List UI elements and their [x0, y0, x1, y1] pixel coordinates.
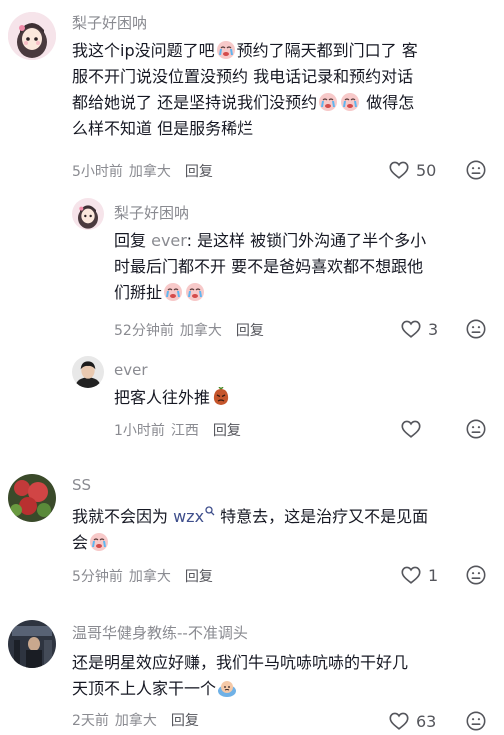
location: 加拿大	[128, 569, 171, 585]
crying-emoji-icon	[318, 92, 338, 112]
timestamp: 5分钟前	[72, 569, 123, 585]
comment-text: 回复 ever: 是这样 被锁门外沟通了半个多小 时最后门都不开 要不是爸妈喜欢…	[114, 231, 427, 302]
crying-emoji-icon	[163, 282, 183, 302]
dislike-icon[interactable]	[465, 710, 487, 732]
timestamp: 2天前	[72, 713, 109, 729]
avatar[interactable]	[8, 12, 56, 60]
comment-meta: 2天前 加拿大 回复	[72, 710, 199, 730]
heart-icon	[401, 566, 421, 584]
comment-text: 我这个ip没问题了吧 预约了隔天都到门口了 客 服不开门说没位置没预约 我电话记录…	[72, 40, 418, 138]
avatar[interactable]	[8, 620, 56, 668]
heart-icon	[389, 712, 409, 730]
dislike-icon[interactable]	[465, 564, 487, 586]
username[interactable]: 梨子好困呐	[72, 12, 147, 33]
reply-button[interactable]: 回复	[171, 713, 199, 729]
reply-button[interactable]: 回复	[213, 423, 241, 439]
tired-emoji-icon	[217, 678, 237, 698]
like-count: 50	[416, 160, 437, 180]
like-button[interactable]: 1	[400, 564, 438, 586]
location: 江西	[170, 423, 199, 439]
dislike-icon[interactable]	[465, 318, 487, 340]
search-icon	[205, 506, 215, 516]
search-link[interactable]: wzx	[173, 506, 215, 526]
comment-meta: 1小时前 江西 回复	[114, 420, 241, 440]
location: 加拿大	[128, 164, 171, 180]
heart-icon	[401, 420, 421, 438]
timestamp: 1小时前	[114, 423, 165, 439]
like-button[interactable]	[400, 418, 422, 440]
timestamp: 52分钟前	[114, 323, 174, 339]
username[interactable]: 梨子好困呐	[114, 202, 189, 223]
avatar[interactable]	[72, 356, 104, 388]
dislike-icon[interactable]	[465, 418, 487, 440]
heart-icon	[389, 161, 409, 179]
timestamp: 5小时前	[72, 164, 123, 180]
like-button[interactable]: 3	[400, 318, 438, 340]
crying-emoji-icon	[216, 40, 236, 60]
reply-button[interactable]: 回复	[185, 164, 213, 180]
crying-emoji-icon	[340, 92, 360, 112]
comment-text: 我就不会因为 wzx 特意去，这是治疗又不是见面 会	[72, 506, 429, 552]
avatar[interactable]	[8, 474, 56, 522]
like-count: 3	[428, 319, 439, 339]
comment-meta: 5分钟前 加拿大 回复	[72, 566, 213, 586]
comment-text: 还是明星效应好赚，我们牛马吭哧吭哧的干好几 天顶不上人家干一个	[72, 653, 409, 698]
comment-meta: 52分钟前 加拿大 回复	[114, 320, 264, 340]
comment-meta: 5小时前 加拿大 回复	[72, 161, 213, 181]
reply-button[interactable]: 回复	[185, 569, 213, 585]
location: 加拿大	[179, 323, 222, 339]
username[interactable]: ever	[114, 361, 148, 379]
crying-emoji-icon	[89, 532, 109, 552]
comment-text: 把客人往外推	[114, 385, 494, 411]
angry-emoji-icon	[211, 386, 231, 407]
like-count: 1	[428, 565, 439, 585]
reply-to-user[interactable]: ever	[151, 231, 186, 250]
username[interactable]: SS	[72, 476, 91, 494]
like-count: 63	[416, 711, 437, 731]
avatar[interactable]	[72, 198, 104, 230]
crying-emoji-icon	[185, 282, 205, 302]
dislike-icon[interactable]	[465, 159, 487, 181]
heart-icon	[401, 320, 421, 338]
username[interactable]: 温哥华健身教练--不准调头	[72, 622, 248, 643]
reply-button[interactable]: 回复	[236, 323, 264, 339]
like-button[interactable]: 50	[388, 159, 436, 181]
location: 加拿大	[114, 713, 157, 729]
like-button[interactable]: 63	[388, 710, 436, 732]
